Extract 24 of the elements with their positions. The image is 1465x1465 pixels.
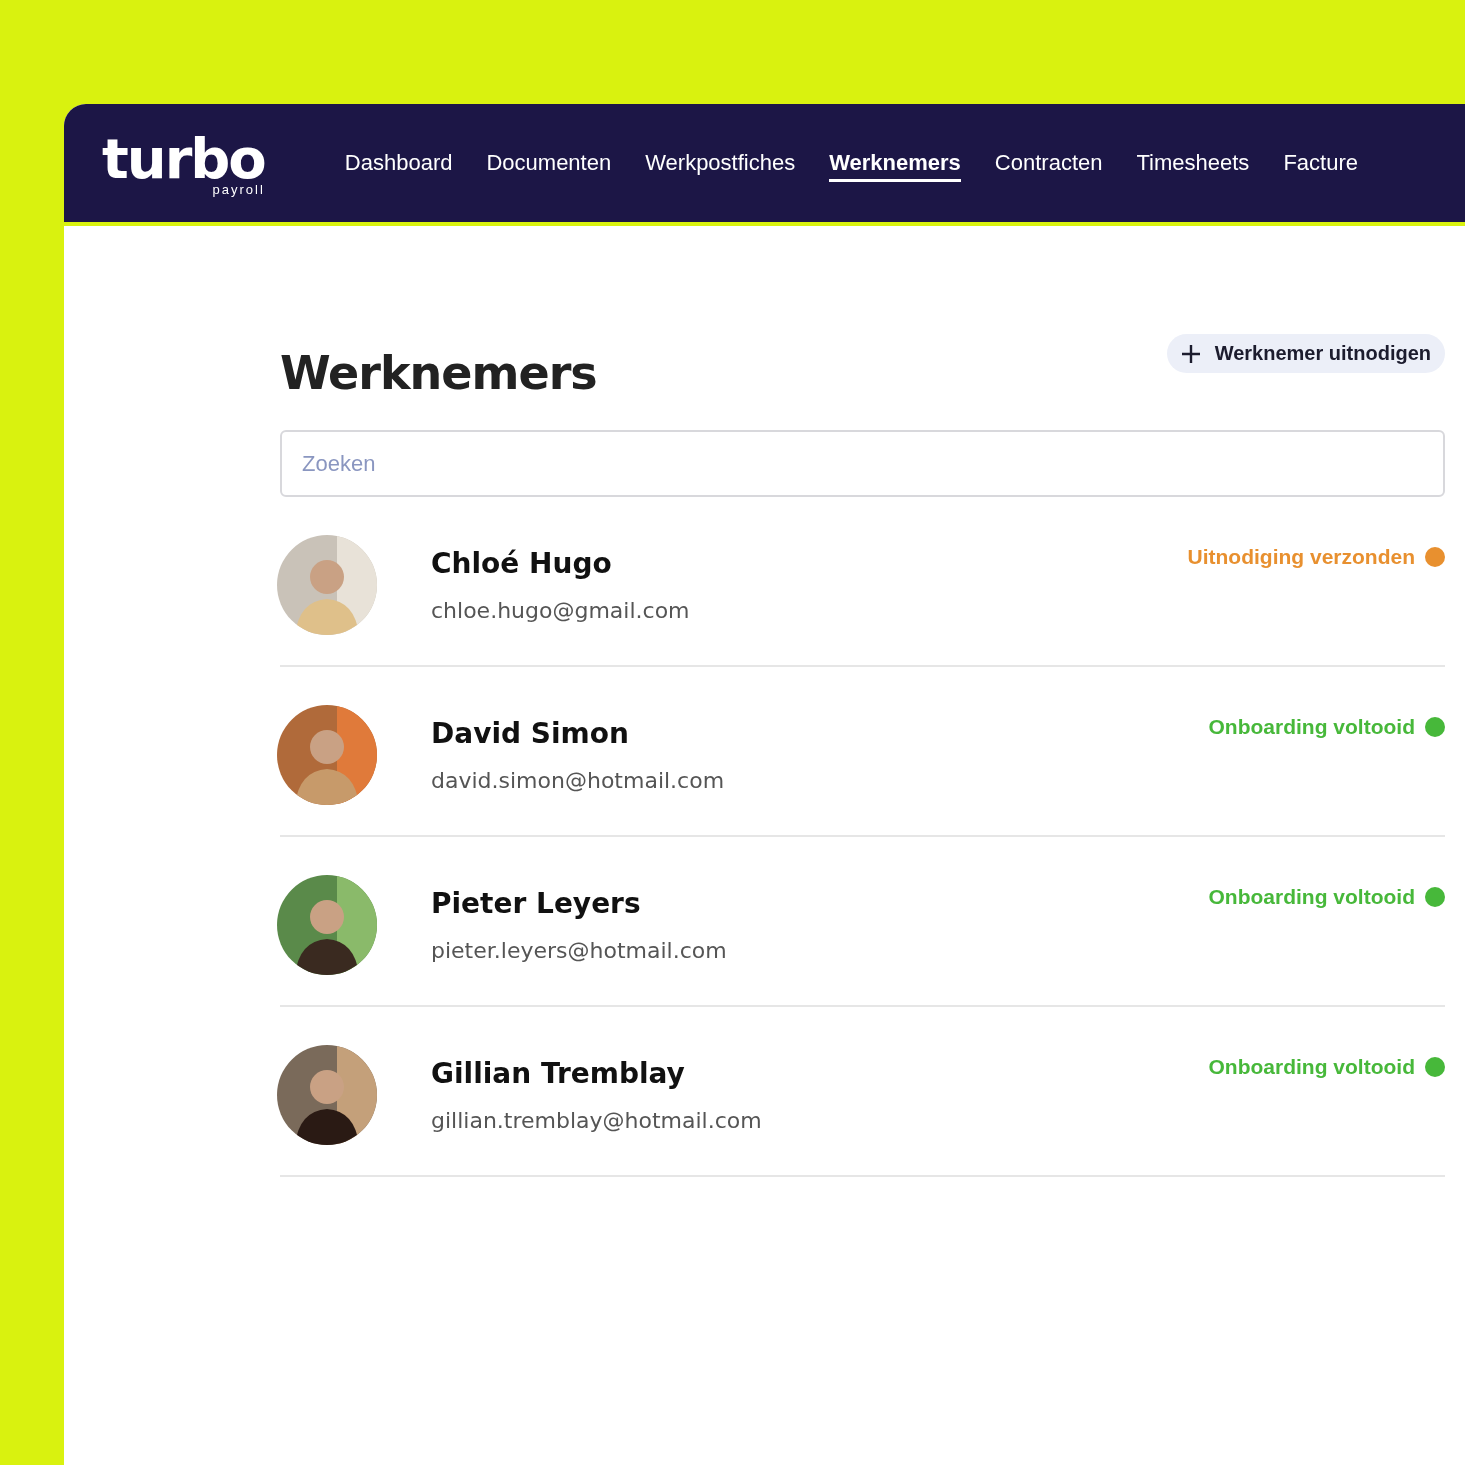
nav-tab[interactable]: Documenten <box>486 144 612 182</box>
employee-email: chloe.hugo@gmail.com <box>431 598 691 623</box>
nav-tab[interactable]: Facture <box>1283 144 1358 182</box>
nav-tab[interactable]: Werkpostfiches <box>645 144 796 182</box>
search-field[interactable]: Zoeken <box>280 430 1445 497</box>
status-label: Onboarding voltooid <box>1208 1055 1415 1079</box>
nav-tab[interactable]: Timesheets <box>1136 144 1250 182</box>
nav-tab[interactable]: Dashboard <box>344 144 453 182</box>
plus-icon <box>1180 343 1201 364</box>
employee-email: david.simon@hotmail.com <box>431 768 726 793</box>
employee-name: Chloé Hugo <box>431 547 613 580</box>
employee-name: David Simon <box>431 717 630 750</box>
nav-tab[interactable]: Werknemers <box>829 144 961 182</box>
status-label: Onboarding voltooid <box>1208 885 1415 909</box>
status-label: Uitnodiging verzonden <box>1187 545 1415 569</box>
nav-tab[interactable]: Contracten <box>994 144 1103 182</box>
employee-name: Gillian Tremblay <box>431 1057 686 1090</box>
employee-name: Pieter Leyers <box>431 887 642 920</box>
status-label: Onboarding voltooid <box>1208 715 1415 739</box>
invite-button[interactable]: Werknemer uitnodigen <box>1166 334 1445 373</box>
employee-email: gillian.tremblay@hotmail.com <box>431 1108 763 1133</box>
page-title: Werknemers <box>280 346 597 400</box>
employee-email: pieter.leyers@hotmail.com <box>431 938 728 963</box>
logo-tagline: payroll <box>212 182 265 196</box>
